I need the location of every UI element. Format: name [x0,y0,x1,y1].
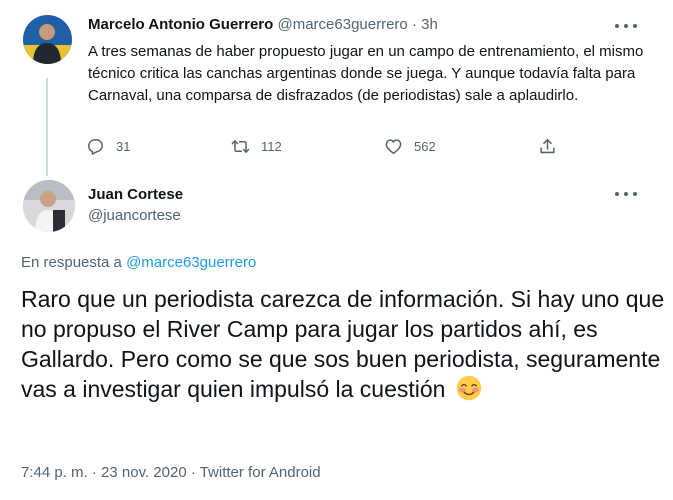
author-name[interactable]: Marcelo Antonio Guerrero [88,16,273,33]
reply-count: 31 [116,139,131,154]
more-icon[interactable] [615,20,637,32]
reply-mention-link[interactable]: @marce63guerrero [126,254,256,271]
like-count: 562 [414,139,436,154]
avatar-marcelo[interactable] [23,15,72,64]
thread-connector [46,78,48,176]
tweet-text: A tres semanas de haber propuesto jugar … [88,43,644,104]
tweet1-header: Marcelo Antonio Guerrero @marce63guerrer… [88,16,438,33]
author-name[interactable]: Juan Cortese [88,186,183,203]
more-icon[interactable] [615,188,637,200]
tweet-main-text: Raro que un periodista carezca de inform… [21,284,666,404]
smiling-face-with-blush-emoji [456,375,482,401]
share-button[interactable] [538,137,557,156]
reply-context: En respuesta a @marce63guerrero [21,254,256,271]
retweet-button[interactable]: 112 [231,137,282,156]
like-icon [385,139,402,154]
author-handle[interactable]: @juancortese [88,207,181,224]
tweet-timestamp[interactable]: 7:44 p. m. · 23 nov. 2020 · Twitter for … [21,464,321,481]
share-icon [540,139,555,154]
author-handle[interactable]: @marce63guerrero [277,16,407,33]
tweet-text: Raro que un periodista carezca de inform… [21,286,665,402]
meta-separator: · [407,16,422,33]
reply-prefix: En respuesta a [21,254,127,271]
retweet-count: 112 [261,139,282,154]
retweet-icon [231,140,250,153]
avatar-juan[interactable] [23,180,75,232]
tweet-time[interactable]: 3h [421,16,438,33]
reply-icon [88,139,103,155]
reply-button[interactable]: 31 [86,137,130,156]
like-button[interactable]: 562 [384,137,436,156]
